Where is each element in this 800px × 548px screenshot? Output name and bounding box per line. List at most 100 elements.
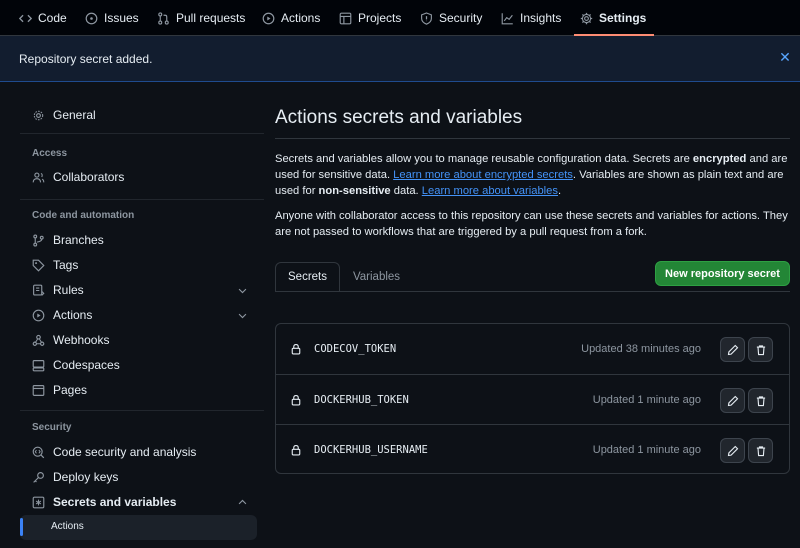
tabs-divider [275, 291, 790, 292]
rules-icon [33, 284, 45, 296]
sidebar-item-label: Branches [53, 233, 104, 247]
sidebar-item-code-security[interactable]: Code security and analysis [20, 440, 256, 464]
nav-tab-security-label: Security [439, 11, 483, 25]
secret-row: DOCKERHUB_TOKEN Updated 1 minute ago [276, 374, 789, 424]
play-icon [262, 12, 275, 24]
intro-text: Secrets and variables allow you to manag… [275, 153, 693, 165]
nav-tab-actions-label: Actions [281, 11, 321, 25]
intro-emphasis: non-sensitive [318, 185, 391, 197]
sidebar-section-security: Security [32, 422, 72, 433]
variables-link[interactable]: Learn more about variables [422, 185, 558, 197]
sidebar-item-webhooks[interactable]: Webhooks [20, 328, 256, 352]
code-icon [19, 14, 32, 22]
tab-secrets[interactable]: Secrets [275, 262, 340, 292]
access-note: Anyone with collaborator access to this … [275, 210, 788, 238]
nav-tab-projects[interactable]: Projects [339, 0, 401, 36]
lock-icon [291, 394, 301, 406]
nav-tab-insights[interactable]: Insights [501, 0, 561, 36]
branch-icon [33, 233, 44, 247]
nav-tab-security[interactable]: Security [420, 0, 482, 36]
shield-icon [421, 11, 432, 25]
webhook-icon [32, 334, 45, 346]
secret-row: CODECOV_TOKEN Updated 38 minutes ago [276, 324, 789, 374]
trash-icon [756, 395, 765, 406]
trash-icon [756, 445, 765, 456]
edit-secret-button[interactable] [720, 388, 745, 413]
nav-tab-issues[interactable]: Issues [85, 0, 139, 36]
sidebar-item-secrets-variables[interactable]: Secrets and variables [20, 490, 256, 514]
sidebar-item-label: Pages [53, 383, 88, 397]
issue-icon [85, 12, 98, 24]
asterisk-box-icon [32, 496, 45, 508]
new-repository-secret-button[interactable]: New repository secret [655, 261, 790, 286]
codespaces-icon [32, 359, 45, 371]
gear-icon [33, 110, 44, 120]
sidebar-item-label: Secrets and variables [53, 495, 177, 509]
sidebar-item-label: Codespaces [53, 358, 120, 372]
intro-emphasis: encrypted [692, 153, 747, 165]
codescan-icon [32, 446, 45, 458]
secrets-list: CODECOV_TOKEN Updated 38 minutes ago DOC… [275, 323, 790, 474]
repo-nav: Code Issues Pull requests Actions Projec… [0, 0, 800, 36]
gear-icon [580, 12, 593, 24]
graph-icon [501, 12, 513, 24]
lock-icon [291, 444, 301, 456]
sidebar-item-label: Deploy keys [53, 470, 119, 484]
nav-tab-pull-requests-label: Pull requests [176, 11, 246, 25]
key-icon [33, 471, 44, 483]
sidebar-divider [20, 410, 264, 411]
edit-secret-button[interactable] [720, 337, 745, 362]
encrypted-secrets-link[interactable]: Learn more about encrypted secrets [393, 169, 573, 181]
nav-tab-actions[interactable]: Actions [262, 0, 320, 36]
nav-tab-insights-label: Insights [520, 11, 562, 25]
nav-tab-projects-label: Projects [358, 11, 402, 25]
sidebar-item-label: Rules [53, 283, 84, 297]
title-divider [275, 138, 790, 139]
secret-updated: Updated 1 minute ago [592, 444, 701, 456]
trash-icon [756, 344, 765, 355]
sidebar-item-general[interactable]: General [20, 103, 256, 127]
chevron-down-icon[interactable] [237, 285, 248, 296]
flash-banner: Repository secret added. ✕ [0, 36, 800, 82]
delete-secret-button[interactable] [748, 438, 773, 463]
pencil-icon [727, 395, 738, 406]
secret-updated: Updated 38 minutes ago [581, 343, 701, 355]
sidebar-item-label: General [53, 108, 96, 122]
secret-name: DOCKERHUB_USERNAME [314, 444, 428, 456]
sidebar-item-label: Actions [53, 308, 93, 322]
pull-request-icon [158, 11, 169, 25]
chevron-up-icon[interactable] [237, 497, 248, 508]
table-icon [339, 12, 352, 24]
sidebar-item-tags[interactable]: Tags [20, 253, 256, 277]
sidebar-item-collaborators[interactable]: Collaborators [20, 165, 256, 189]
sidebar-item-pages[interactable]: Pages [20, 378, 256, 402]
secret-name: CODECOV_TOKEN [314, 343, 397, 355]
sidebar-item-rules[interactable]: Rules [20, 278, 256, 302]
nav-tab-code[interactable]: Code [19, 0, 67, 36]
intro-paragraph: Secrets and variables allow you to manag… [275, 151, 795, 199]
secret-updated: Updated 1 minute ago [592, 394, 701, 406]
lock-icon [291, 343, 301, 355]
pencil-icon [727, 445, 738, 456]
sidebar-section-access: Access [32, 148, 68, 159]
page-title: Actions secrets and variables [275, 107, 523, 128]
sidebar-item-deploy-keys[interactable]: Deploy keys [20, 465, 256, 489]
nav-tab-pull-requests[interactable]: Pull requests [157, 0, 245, 36]
sidebar-item-codespaces[interactable]: Codespaces [20, 353, 256, 377]
flash-message: Repository secret added. [19, 51, 153, 66]
delete-secret-button[interactable] [748, 388, 773, 413]
intro-text: data. [390, 185, 422, 197]
sidebar-item-branches[interactable]: Branches [20, 228, 256, 252]
pencil-icon [727, 344, 738, 355]
tab-variables[interactable]: Variables [344, 262, 409, 292]
edit-secret-button[interactable] [720, 438, 745, 463]
delete-secret-button[interactable] [748, 337, 773, 362]
sidebar-section-code-automation: Code and automation [32, 210, 135, 221]
nav-tab-settings[interactable]: Settings [573, 0, 655, 36]
browser-icon [32, 384, 45, 396]
chevron-down-icon[interactable] [237, 310, 248, 321]
secret-name: DOCKERHUB_TOKEN [314, 394, 409, 406]
sidebar-subitem-actions-label: Actions [51, 521, 84, 532]
close-icon[interactable]: ✕ [778, 50, 792, 64]
sidebar-item-actions[interactable]: Actions [20, 303, 256, 327]
